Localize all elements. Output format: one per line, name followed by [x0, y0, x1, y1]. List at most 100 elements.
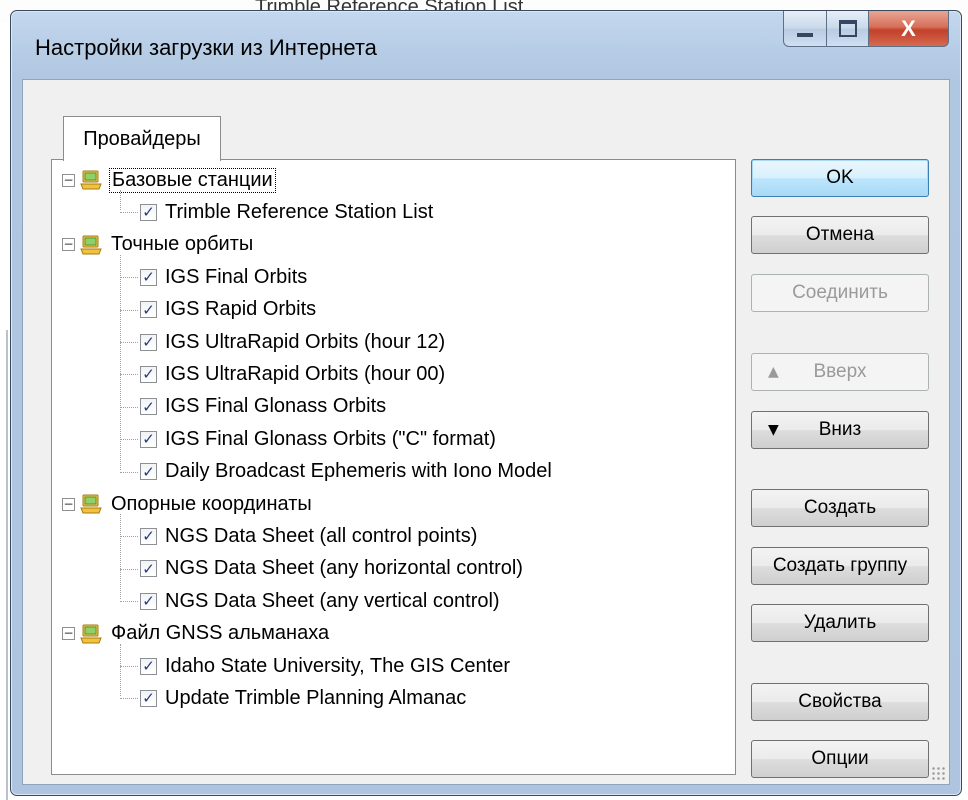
tree-item[interactable]: ✓ IGS Rapid Orbits	[140, 294, 316, 326]
tree-connector-line	[120, 212, 138, 214]
options-button[interactable]: Опции	[751, 740, 929, 778]
minimize-icon	[797, 32, 813, 37]
collapse-icon[interactable]: −	[62, 627, 75, 641]
properties-button[interactable]: Свойства	[751, 683, 929, 721]
tree-group-label: Базовые станции	[109, 167, 276, 193]
collapse-icon[interactable]: −	[62, 173, 75, 187]
tree-connector-line	[120, 568, 138, 570]
tree-item-label: Trimble Reference Station List	[165, 200, 434, 223]
tree-item[interactable]: ✓ IGS Final Glonass Orbits ("C" format)	[140, 423, 496, 455]
provider-checkbox[interactable]: ✓	[140, 268, 157, 286]
tree-group[interactable]: − Точные орбиты	[62, 229, 255, 261]
tree-item-label: IGS UltraRapid Orbits (hour 00)	[165, 362, 446, 385]
tree-item[interactable]: ✓ IGS Final Orbits	[140, 261, 307, 293]
create-group-button[interactable]: Создать группу	[751, 547, 929, 585]
move-down-button-label: Вниз	[818, 419, 862, 440]
tree-item-label: NGS Data Sheet (any horizontal control)	[165, 557, 523, 580]
cancel-button[interactable]: Отмена	[751, 216, 929, 254]
tree-connector-line	[120, 471, 138, 473]
connect-button-label: Соединить	[792, 282, 888, 303]
maximize-button[interactable]	[827, 11, 869, 47]
create-button[interactable]: Создать	[751, 489, 929, 527]
tree-item[interactable]: ✓ NGS Data Sheet (all control points)	[140, 520, 477, 552]
tree-item[interactable]: ✓ IGS UltraRapid Orbits (hour 12)	[140, 326, 445, 358]
provider-checkbox[interactable]: ✓	[140, 398, 157, 416]
resize-grip[interactable]	[931, 766, 945, 780]
tree-item-label: NGS Data Sheet (all control points)	[165, 524, 478, 547]
collapse-icon[interactable]: −	[62, 238, 75, 252]
tree-item-label: IGS Rapid Orbits	[165, 298, 317, 321]
ok-button[interactable]: OK	[751, 159, 929, 197]
provider-group-icon	[79, 493, 103, 515]
close-icon: X	[901, 15, 916, 41]
tree-item-label: Update Trimble Planning Almanac	[165, 686, 467, 709]
provider-checkbox[interactable]: ✓	[140, 689, 157, 707]
provider-checkbox[interactable]: ✓	[140, 463, 157, 481]
close-button[interactable]: X	[869, 11, 949, 47]
title-bar[interactable]: Настройки загрузки из Интернета X	[11, 11, 961, 79]
maximize-icon	[838, 20, 857, 37]
tab-providers[interactable]: Провайдеры	[63, 116, 221, 161]
tree-connector-line	[120, 666, 138, 667]
tree-item[interactable]: ✓ Idaho State University, The GIS Center	[140, 650, 510, 682]
tree-connector-line	[120, 439, 138, 441]
background-app-edge	[6, 330, 8, 800]
create-group-button-label: Создать группу	[772, 555, 908, 576]
collapse-icon[interactable]: −	[62, 497, 75, 511]
tree-item[interactable]: ✓ Update Trimble Planning Almanac	[140, 682, 466, 714]
move-down-button[interactable]: ▼ Вниз	[751, 411, 929, 449]
tree-connector-line	[120, 698, 138, 700]
provider-checkbox[interactable]: ✓	[140, 301, 157, 319]
provider-group-icon	[79, 169, 103, 191]
tree-item[interactable]: ✓ Daily Broadcast Ephemeris with Iono Mod…	[140, 456, 552, 488]
tree-group[interactable]: − Опорные координаты	[62, 488, 314, 520]
tree-item-label: Daily Broadcast Ephemeris with Iono Mode…	[165, 460, 552, 483]
provider-checkbox[interactable]: ✓	[140, 527, 157, 545]
tree-item-label: IGS UltraRapid Orbits (hour 12)	[165, 330, 446, 353]
create-button-label: Создать	[803, 497, 877, 518]
provider-checkbox[interactable]: ✓	[140, 365, 157, 383]
providers-tab-panel: − Базовые станции ✓ Trimble Reference Stati…	[51, 159, 736, 775]
tree-connector-line	[120, 601, 138, 603]
tree-connector-line	[120, 374, 138, 376]
connect-button[interactable]: Соединить	[751, 274, 929, 312]
tree-item[interactable]: ✓ Trimble Reference Station List	[140, 196, 433, 228]
tree-item-label: Idaho State University, The GIS Center	[165, 654, 510, 677]
internet-download-settings-dialog: Настройки загрузки из Интернета X Провай…	[10, 10, 962, 796]
tree-connector-line	[120, 406, 138, 408]
triangle-up-icon: ▲	[768, 364, 779, 380]
tree-group[interactable]: − Файл GNSS альманаха	[62, 618, 331, 650]
tree-connector-line	[120, 643, 121, 697]
caption-buttons: X	[783, 11, 949, 49]
tree-item[interactable]: ✓ IGS Final Glonass Orbits	[140, 391, 386, 423]
provider-group-icon	[79, 623, 103, 645]
move-up-button[interactable]: ▲ Вверх	[751, 353, 929, 391]
minimize-button[interactable]	[783, 11, 827, 47]
properties-button-label: Свойства	[798, 691, 882, 712]
provider-checkbox[interactable]: ✓	[140, 430, 157, 448]
tree-item-label: IGS Final Glonass Orbits	[165, 395, 387, 418]
window-title: Настройки загрузки из Интернета	[35, 35, 377, 60]
ok-button-label: OK	[826, 167, 854, 188]
tree-group[interactable]: − Базовые станции	[62, 164, 276, 196]
tree-connector-line	[120, 309, 138, 311]
provider-checkbox[interactable]: ✓	[140, 333, 157, 351]
tree-item-label: NGS Data Sheet (any vertical control)	[165, 589, 500, 612]
tree-connector-line	[120, 514, 121, 600]
tree-item[interactable]: ✓ IGS UltraRapid Orbits (hour 00)	[140, 358, 445, 390]
tree-connector-line	[120, 342, 138, 343]
tree-connector-line	[120, 536, 138, 538]
tree-item[interactable]: ✓ NGS Data Sheet (any vertical control)	[140, 585, 500, 617]
cancel-button-label: Отмена	[805, 224, 875, 245]
provider-checkbox[interactable]: ✓	[140, 592, 157, 610]
tree-item-label: IGS Final Orbits	[165, 265, 308, 288]
provider-checkbox[interactable]: ✓	[140, 203, 157, 221]
provider-checkbox[interactable]: ✓	[140, 560, 157, 578]
delete-button[interactable]: Удалить	[751, 604, 929, 642]
dialog-client-area: Провайдеры − Базовые станции ✓ Trimble Refe…	[22, 79, 950, 785]
providers-tree[interactable]: − Базовые станции ✓ Trimble Reference Stati…	[62, 164, 722, 764]
tree-item[interactable]: ✓ NGS Data Sheet (any horizontal control)	[140, 553, 523, 585]
provider-checkbox[interactable]: ✓	[140, 657, 157, 675]
delete-button-label: Удалить	[803, 612, 877, 633]
tree-item-label: IGS Final Glonass Orbits ("C" format)	[165, 427, 496, 450]
